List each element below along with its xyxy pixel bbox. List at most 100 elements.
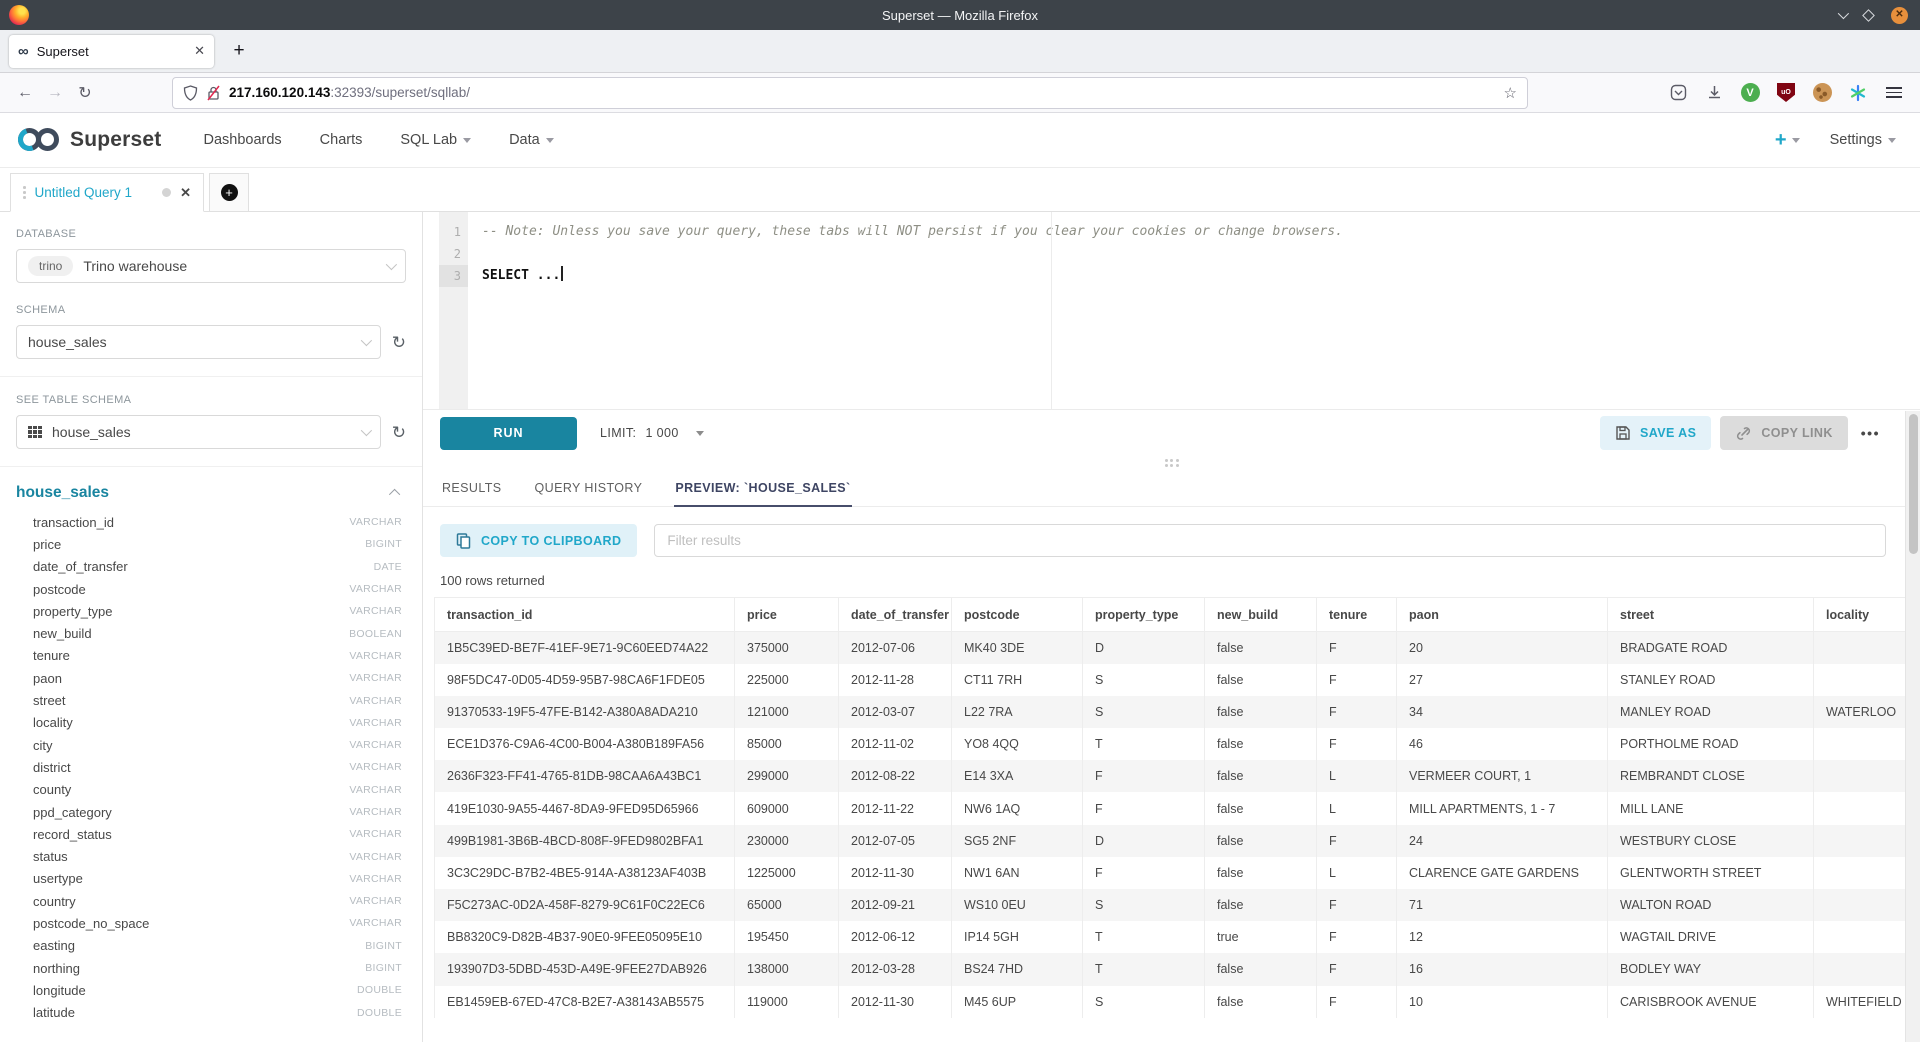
shield-icon[interactable]: [183, 85, 198, 101]
window-minimize-icon[interactable]: [1838, 8, 1849, 19]
pocket-icon[interactable]: [1664, 79, 1692, 107]
results-tab-query-history[interactable]: QUERY HISTORY: [534, 470, 644, 507]
column-header-locality[interactable]: locality: [1814, 598, 1920, 632]
column-header-date_of_transfer[interactable]: date_of_transfer: [839, 598, 952, 632]
window-maximize-icon[interactable]: [1862, 9, 1875, 22]
table-row: 3C3C29DC-B7B2-4BE5-914A-A38123AF403B1225…: [435, 857, 1920, 889]
add-new-button[interactable]: +: [1775, 129, 1800, 152]
column-header-street[interactable]: street: [1608, 598, 1814, 632]
table-cell: [1814, 857, 1920, 889]
plus-circle-icon: +: [221, 184, 238, 201]
refresh-schema-icon[interactable]: ↻: [392, 334, 406, 351]
table-schema-label: SEE TABLE SCHEMA: [16, 394, 406, 406]
limit-dropdown[interactable]: LIMIT: 1 000: [600, 426, 704, 440]
table-cell: 1B5C39ED-BE7F-41EF-9E71-9C60EED74A22: [435, 632, 735, 664]
column-type: BIGINT: [365, 940, 406, 952]
table-schema-select[interactable]: house_sales: [16, 415, 381, 449]
database-select[interactable]: trino Trino warehouse: [16, 249, 406, 283]
table-cell: S: [1083, 664, 1205, 696]
column-name: postcode: [33, 582, 86, 597]
table-cell: WHITEFIELD: [1814, 986, 1920, 1018]
column-list: transaction_idVARCHARpriceBIGINTdate_of_…: [16, 511, 406, 1024]
table-cell: WALTON ROAD: [1608, 889, 1814, 921]
download-icon[interactable]: [1700, 79, 1728, 107]
column-type: VARCHAR: [349, 917, 406, 929]
bookmark-star-icon[interactable]: ☆: [1504, 84, 1517, 102]
chevron-down-icon: [361, 335, 372, 346]
nav-item-charts[interactable]: Charts: [320, 132, 363, 148]
query-tab-title[interactable]: Untitled Query 1: [35, 185, 154, 200]
column-header-new_build[interactable]: new_build: [1205, 598, 1317, 632]
column-type: VARCHAR: [349, 895, 406, 907]
pane-splitter[interactable]: [423, 456, 1920, 470]
new-tab-button[interactable]: +: [224, 36, 254, 66]
refresh-table-icon[interactable]: ↻: [392, 424, 406, 441]
schema-select[interactable]: house_sales: [16, 325, 381, 359]
table-cell: false: [1205, 825, 1317, 857]
editor-code[interactable]: -- Note: Unless you save your query, the…: [468, 212, 1920, 409]
table-cell: 46: [1397, 728, 1608, 760]
table-cell: E14 3XA: [952, 760, 1083, 792]
chevron-down-icon: [361, 425, 372, 436]
brand-name[interactable]: Superset: [70, 128, 161, 152]
url-text[interactable]: 217.160.120.143:32393/superset/sqllab/: [229, 85, 1496, 100]
back-button[interactable]: ←: [10, 78, 40, 108]
table-row: 2636F323-FF41-4765-81DB-98CAA6A43BC12990…: [435, 760, 1920, 792]
table-cell: D: [1083, 632, 1205, 664]
scrollbar-thumb[interactable]: [1909, 414, 1918, 554]
copy-link-button[interactable]: COPY LINK: [1720, 416, 1847, 450]
query-tab[interactable]: Untitled Query 1 ✕: [10, 173, 204, 212]
column-header-postcode[interactable]: postcode: [952, 598, 1083, 632]
table-cell: BODLEY WAY: [1608, 953, 1814, 985]
lock-insecure-icon[interactable]: [206, 85, 221, 101]
save-as-button[interactable]: SAVE AS: [1600, 416, 1711, 450]
table-cell: 121000: [735, 696, 839, 728]
browser-tab[interactable]: ∞ Superset ✕: [9, 35, 214, 68]
collapse-chevron-icon[interactable]: [389, 489, 400, 500]
filter-results-input[interactable]: [654, 524, 1886, 557]
nav-item-data[interactable]: Data: [509, 132, 554, 148]
column-header-paon[interactable]: paon: [1397, 598, 1608, 632]
results-tab-preview-house-sales[interactable]: PREVIEW: `HOUSE_SALES`: [674, 470, 851, 507]
column-type: DATE: [374, 561, 406, 573]
database-value: Trino warehouse: [83, 258, 187, 274]
table-cell: 230000: [735, 825, 839, 857]
superset-logo-icon[interactable]: [18, 127, 60, 153]
table-cell: 85000: [735, 728, 839, 760]
drag-handle-icon[interactable]: [23, 186, 26, 199]
tab-close-icon[interactable]: ✕: [194, 43, 205, 59]
column-header-transaction_id[interactable]: transaction_id: [435, 598, 735, 632]
table-name-heading[interactable]: house_sales: [16, 484, 109, 502]
column-name: easting: [33, 938, 75, 953]
run-button[interactable]: RUN: [440, 417, 577, 450]
table-cell: WS10 0EU: [952, 889, 1083, 921]
ublock-icon[interactable]: uO: [1772, 79, 1800, 107]
forward-button[interactable]: →: [40, 78, 70, 108]
sparkle-extension-icon[interactable]: [1844, 79, 1872, 107]
column-item: statusVARCHAR: [16, 845, 406, 867]
add-query-tab-button[interactable]: +: [209, 173, 249, 212]
more-options-button[interactable]: •••: [1861, 425, 1880, 441]
column-header-tenure[interactable]: tenure: [1317, 598, 1397, 632]
table-row: 193907D3-5DBD-453D-A49E-9FEE27DAB9261380…: [435, 953, 1920, 985]
settings-menu[interactable]: Settings: [1830, 132, 1896, 148]
url-bar[interactable]: 217.160.120.143:32393/superset/sqllab/ ☆: [172, 77, 1528, 109]
nav-item-dashboards[interactable]: Dashboards: [203, 132, 281, 148]
table-cell: F: [1317, 696, 1397, 728]
nav-item-sql-lab[interactable]: SQL Lab: [400, 132, 471, 148]
column-type: VARCHAR: [349, 806, 406, 818]
menu-hamburger-icon[interactable]: [1880, 79, 1908, 107]
query-tab-close-icon[interactable]: ✕: [180, 185, 191, 201]
column-header-property_type[interactable]: property_type: [1083, 598, 1205, 632]
column-header-price[interactable]: price: [735, 598, 839, 632]
window-close-button[interactable]: ✕: [1891, 7, 1908, 24]
extension-green-icon[interactable]: V: [1736, 79, 1764, 107]
results-grid: transaction_idpricedate_of_transferpostc…: [434, 597, 1920, 1042]
reload-button[interactable]: ↻: [70, 78, 100, 108]
table-cell: 2012-11-02: [839, 728, 952, 760]
copy-to-clipboard-button[interactable]: COPY TO CLIPBOARD: [440, 524, 637, 557]
sql-editor[interactable]: 123 -- Note: Unless you save your query,…: [423, 212, 1920, 410]
results-tab-results[interactable]: RESULTS: [441, 470, 503, 507]
cookie-extension-icon[interactable]: [1808, 79, 1836, 107]
vertical-scrollbar[interactable]: [1905, 411, 1920, 1042]
